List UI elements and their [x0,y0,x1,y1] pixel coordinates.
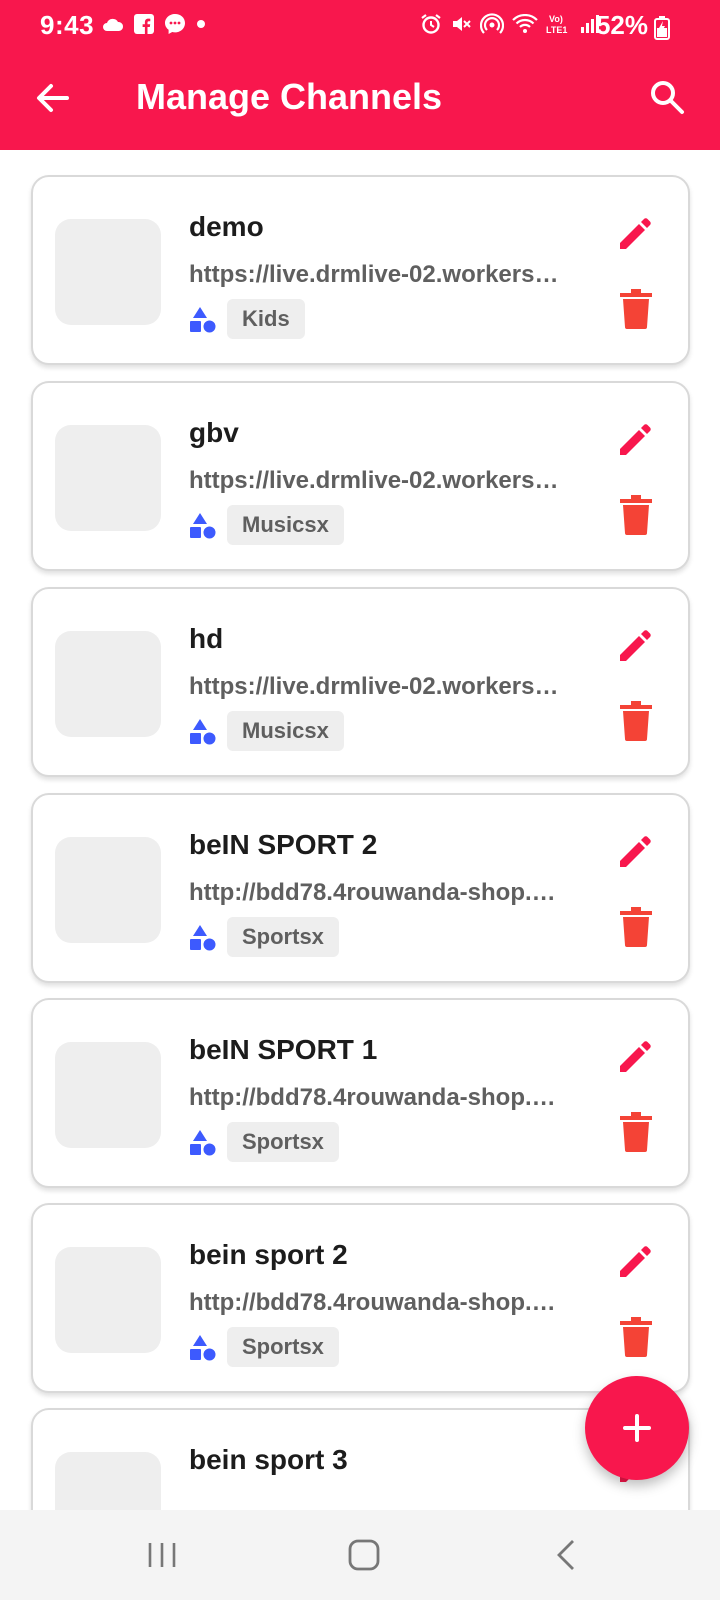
channel-thumbnail [55,837,161,943]
recents-icon [148,1543,176,1567]
chevron-left-icon [557,1540,574,1570]
edit-button[interactable] [616,213,656,253]
edit-button[interactable] [616,831,656,871]
category-chip: Kids [227,299,305,339]
cloud-icon [103,18,124,31]
arrow-back-icon [37,84,69,112]
channel-thumbnail [55,631,161,737]
messenger-icon [165,14,185,34]
delete-button[interactable] [620,1112,652,1152]
category-chip: Musicsx [227,505,344,545]
edit-button[interactable] [616,419,656,459]
channel-name: hd [189,623,224,654]
channel-name: beIN SPORT 1 [189,1034,378,1065]
category-shapes-icon [190,1130,216,1156]
system-nav-bar [0,1510,720,1600]
category-chip: Sportsx [227,1122,339,1162]
mute-icon [453,17,471,31]
channel-thumbnail [55,425,161,531]
category-shapes-icon [190,925,216,951]
channel-thumbnail [55,219,161,325]
dot-icon [197,20,205,28]
channel-url: http://bdd78.4rouwanda-shop.store [189,1289,561,1316]
channel-url: https://live.drmlive-02.workers.dev [189,261,561,288]
channel-card[interactable]: bein sport 2 http://bdd78.4rouwanda-shop… [31,1203,690,1393]
hotspot-icon [480,13,504,34]
delete-button[interactable] [620,289,652,329]
channel-card[interactable]: beIN SPORT 2 http://bdd78.4rouwanda-shop… [31,793,690,983]
delete-button[interactable] [620,495,652,535]
svg-text:Vo): Vo) [549,14,563,24]
back-nav-button[interactable] [536,1530,596,1580]
channel-name: beIN SPORT 2 [189,829,378,860]
channel-card[interactable]: gbv https://live.drmlive-02.workers.dev … [31,381,690,571]
category-shapes-icon [190,719,216,745]
alarm-icon [421,14,441,34]
status-bar: 9:43 Vo) LTE1 52% [0,0,720,52]
home-button[interactable] [334,1530,394,1580]
delete-button[interactable] [620,1317,652,1357]
recent-apps-button[interactable] [132,1530,192,1580]
search-button[interactable] [644,74,690,120]
category-shapes-icon [190,513,216,539]
volte-icon: Vo)LTE1 [546,14,567,35]
wifi-icon [512,14,538,33]
channel-url: http://bdd78.4rouwanda-shop.store [189,879,561,906]
edit-button[interactable] [616,625,656,665]
edit-button[interactable] [616,1036,656,1076]
channel-thumbnail [55,1042,161,1148]
edit-button[interactable] [616,1241,656,1281]
app-header: 9:43 Vo) LTE1 52% Manage Channels [0,0,720,150]
add-channel-button[interactable] [585,1376,689,1480]
facebook-icon [134,14,154,34]
channel-list[interactable]: demo https://live.drmlive-02.workers.dev… [0,150,720,1510]
home-icon [348,1539,380,1571]
channel-url: https://live.drmlive-02.workers.dev [189,467,561,494]
channel-card[interactable]: demo https://live.drmlive-02.workers.dev… [31,175,690,365]
notification-icons [102,13,206,35]
channel-name: gbv [189,417,239,448]
channel-url: http://bdd78.4rouwanda-shop.store [189,1084,561,1111]
category-shapes-icon [190,1335,216,1361]
category-chip: Sportsx [227,1327,339,1367]
battery-percent: 52% [595,10,648,40]
channel-card[interactable]: beIN SPORT 1 http://bdd78.4rouwanda-shop… [31,998,690,1188]
delete-button[interactable] [620,701,652,741]
channel-thumbnail [55,1247,161,1353]
category-chip: Musicsx [227,711,344,751]
channel-name: bein sport 3 [189,1444,348,1475]
svg-text:LTE1: LTE1 [546,25,567,35]
category-shapes-icon [190,307,216,333]
back-button[interactable] [30,76,74,120]
search-icon [651,81,684,114]
category-chip: Sportsx [227,917,339,957]
channel-name: bein sport 2 [189,1239,348,1270]
channel-url: https://live.drmlive-02.workers.dev [189,673,561,700]
delete-button[interactable] [620,907,652,947]
page-title: Manage Channels [136,76,443,117]
channel-thumbnail [55,1452,161,1510]
channel-card[interactable]: hd https://live.drmlive-02.workers.dev M… [31,587,690,777]
plus-icon [623,1414,651,1442]
battery-icon [654,16,670,40]
system-icons: Vo) LTE1 [420,13,600,35]
status-time: 9:43 [40,10,95,40]
channel-name: demo [189,211,264,242]
